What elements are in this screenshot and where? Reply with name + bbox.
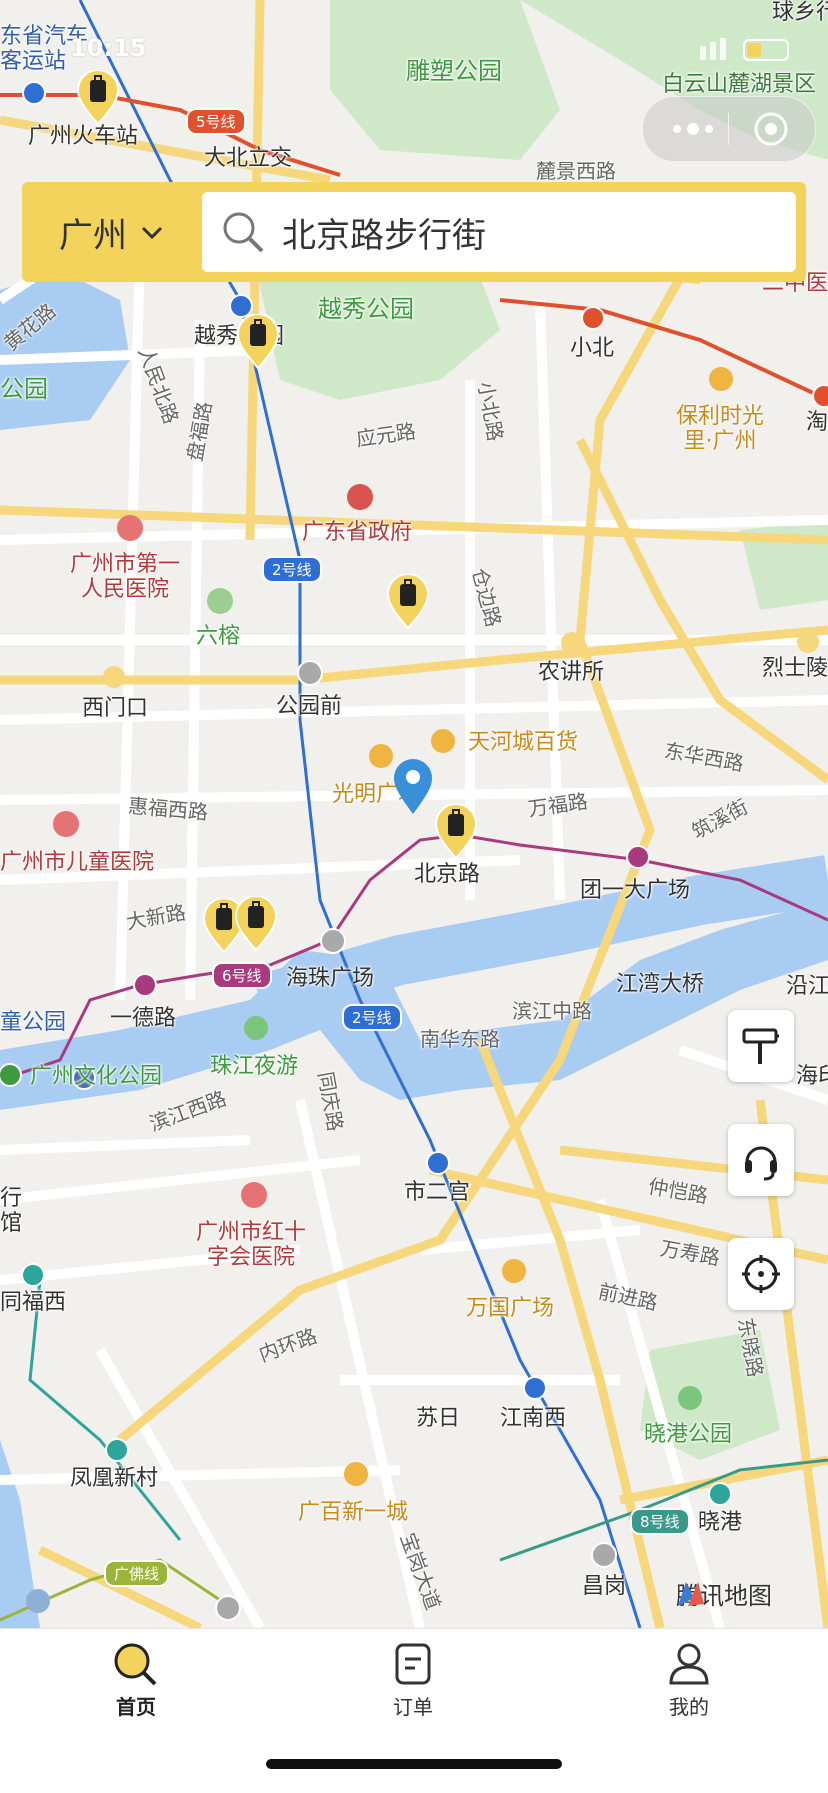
- label-xiaobei: 小北: [570, 336, 615, 361]
- metro-badge-line6: 6号线: [212, 962, 272, 989]
- metro-badge-line2a: 2号线: [262, 556, 322, 583]
- label-hai: 淘: [806, 410, 828, 435]
- label-yuexiu-st: 越秀: [194, 324, 239, 349]
- status-time: 10:15: [70, 34, 147, 62]
- label-gongyuanqian: 公园前: [276, 694, 343, 719]
- search-input[interactable]: 北京路步行街: [202, 192, 796, 272]
- crosshair-icon: [742, 1255, 780, 1293]
- user-icon: [669, 1643, 709, 1685]
- miniprogram-capsule: [642, 96, 816, 162]
- label-tongfu: 同福西: [0, 1290, 67, 1315]
- search-query: 北京路步行街: [282, 215, 486, 256]
- customer-service-button[interactable]: [728, 1124, 794, 1196]
- label-gz-railway: 广州火车站: [28, 124, 139, 149]
- label-nongjiang: 农讲所: [538, 660, 605, 685]
- metro-badge-line5: 5号线: [186, 108, 246, 135]
- signpost-icon: [742, 1028, 779, 1064]
- label-zhujiang: 珠江夜游: [210, 1054, 299, 1079]
- label-changgang: 昌岗: [582, 1574, 627, 1599]
- locate-button[interactable]: [728, 1238, 794, 1310]
- label-liurong: 六榕: [196, 624, 241, 649]
- label-liuhua: 公园: [0, 375, 48, 403]
- battery-icon: [700, 38, 789, 61]
- metro-badge-line8: 8号线: [630, 1508, 690, 1535]
- home-search-icon: [114, 1643, 157, 1686]
- label-fenghuang: 凤凰新村: [70, 1466, 159, 1491]
- storage-pin[interactable]: [434, 804, 478, 860]
- capsule-divider: [728, 113, 729, 145]
- label-gov: 广东省政府: [302, 520, 413, 545]
- label-culture: 广州文化公园: [30, 1064, 163, 1089]
- label-hangz: 海印: [796, 1064, 828, 1089]
- headset-icon: [745, 1146, 777, 1181]
- label-yide: 一德路: [110, 1006, 177, 1031]
- label-ximen: 西门口: [82, 696, 149, 721]
- label-tonggong: 童公园: [0, 1010, 67, 1035]
- tab-orders-label: 订单: [393, 1695, 433, 1719]
- metro-badge-guangfo: 广佛线: [104, 1560, 170, 1587]
- label-shierg: 市二宫: [404, 1180, 471, 1205]
- label-lujing: 麓景西路: [536, 159, 616, 183]
- label-jiangwan: 江湾大桥: [616, 972, 705, 997]
- label-yan: 沿江: [786, 974, 828, 999]
- label-xiaogang: 晓港: [698, 1510, 743, 1535]
- label-wanguo: 万国广场: [466, 1296, 555, 1321]
- label-tuanyi: 团一大广场: [580, 878, 691, 903]
- orders-icon: [395, 1643, 431, 1685]
- tab-home-label: 首页: [116, 1695, 156, 1719]
- label-guangbai: 广百新一城: [298, 1500, 409, 1525]
- location-pin[interactable]: [392, 758, 434, 816]
- label-haizhu: 海珠广场: [286, 966, 375, 991]
- close-miniprogram-icon[interactable]: [753, 111, 789, 147]
- label-tianhe: 天河城百货: [468, 730, 579, 755]
- label-baiyun: 白云山麓湖景区: [662, 72, 817, 97]
- label-park-yuexiu: 越秀公园: [318, 295, 414, 323]
- label-left-edge: 行 馆: [0, 1186, 23, 1237]
- label-hosp1: 广州市第一 人民医院: [70, 552, 181, 603]
- chevron-down-icon: [141, 226, 163, 240]
- tencent-map-icon: [678, 1582, 704, 1606]
- label-park-diaosu: 雕塑公园: [406, 57, 502, 85]
- label-suri: 苏日: [416, 1406, 461, 1431]
- storage-pin[interactable]: [76, 70, 120, 126]
- tab-me-label: 我的: [669, 1695, 709, 1719]
- tab-me[interactable]: 我的: [619, 1629, 759, 1739]
- search-icon: [223, 212, 264, 253]
- storage-pin[interactable]: [234, 896, 278, 952]
- label-nanhua: 南华东路: [420, 1027, 500, 1051]
- label-poly: 保利时光 里·广州: [676, 404, 765, 455]
- tab-orders[interactable]: 订单: [343, 1629, 483, 1739]
- label-lieshi: 烈士陵: [762, 656, 828, 681]
- storage-pin[interactable]: [386, 574, 430, 630]
- label-qiuxiang: 球乡行: [772, 0, 828, 25]
- map-provider-logo: 腾讯地图: [672, 1576, 772, 1611]
- storage-pin[interactable]: [236, 314, 280, 370]
- home-indicator: [266, 1759, 562, 1769]
- label-redcross: 广州市红十 字会医院: [196, 1220, 307, 1271]
- label-children-hosp: 广州市儿童医院: [0, 850, 155, 875]
- city-selector[interactable]: 广州: [22, 182, 202, 282]
- label-park-xiaogang: 晓港公园: [644, 1422, 733, 1447]
- tab-home[interactable]: 首页: [66, 1629, 206, 1739]
- label-binjiangzhong: 滨江中路: [512, 999, 592, 1023]
- more-icon[interactable]: [669, 115, 717, 143]
- label-beijinglu: 北京路: [414, 862, 481, 887]
- city-label: 广州: [59, 215, 127, 256]
- label-jiangnanxi: 江南西: [500, 1406, 567, 1431]
- metro-badge-line2b: 2号线: [342, 1004, 402, 1031]
- route-button[interactable]: [728, 1010, 794, 1082]
- label-dabei: 大北立交: [204, 146, 293, 171]
